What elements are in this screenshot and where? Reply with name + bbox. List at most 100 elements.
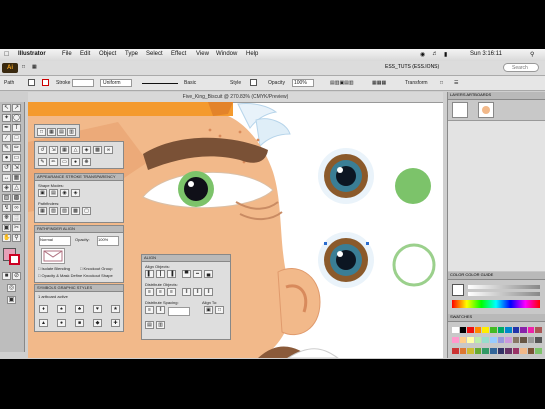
align-extra-icon[interactable]: ▥ — [156, 321, 165, 329]
distribute-icon[interactable]: ≡ — [167, 288, 176, 296]
eraser-icon[interactable]: ▭ — [12, 154, 21, 162]
gradient-tool-icon[interactable]: ▩ — [12, 194, 21, 202]
swatch[interactable] — [527, 347, 535, 354]
align-top-icon[interactable]: ▀ — [182, 270, 191, 278]
menu-app[interactable]: Illustrator — [18, 51, 46, 57]
swatch-grid[interactable] — [452, 327, 542, 357]
swatch[interactable] — [474, 347, 482, 354]
isolate-icon[interactable]: □ — [440, 80, 443, 86]
help-search-input[interactable]: Search — [503, 63, 539, 72]
stroke-swatch[interactable] — [42, 79, 49, 86]
color-slider[interactable] — [468, 292, 540, 296]
panel-tool-icon[interactable]: ▤ — [57, 128, 66, 136]
isolate-blending-checkbox[interactable]: □ Isolate Blending — [38, 266, 70, 271]
volume-icon[interactable]: ♬ — [432, 51, 438, 57]
distribute-icon[interactable]: ‖ — [193, 288, 202, 296]
mesh-tool-icon[interactable]: ▧ — [2, 194, 11, 202]
none-mode-icon[interactable]: ⊘ — [12, 272, 21, 280]
crop-icon[interactable]: ▩ — [71, 207, 80, 215]
selection-anchor[interactable] — [324, 242, 327, 245]
align-middle-icon[interactable]: ━ — [193, 270, 202, 278]
symbols-panel-tabs[interactable]: SYMBOLS GRAPHIC STYLES — [35, 285, 123, 292]
slice-tool-icon[interactable]: ✂ — [12, 224, 21, 232]
swatch[interactable] — [535, 337, 542, 344]
color-slider[interactable] — [468, 285, 540, 289]
swatch[interactable] — [535, 347, 542, 354]
line-tool-icon[interactable]: ∕ — [2, 134, 11, 142]
swatch[interactable] — [535, 327, 542, 333]
bridge-icon[interactable]: □ — [22, 64, 25, 70]
align-left-icon[interactable]: ▌ — [145, 270, 154, 278]
selection-tool-icon[interactable]: ↖ — [2, 104, 11, 112]
swatch[interactable] — [482, 337, 489, 344]
swatch[interactable] — [489, 347, 497, 354]
swatch[interactable] — [497, 347, 505, 354]
battery-icon[interactable]: ▮ — [444, 51, 447, 58]
divide-icon[interactable]: ▦ — [38, 207, 47, 215]
color-spectrum[interactable] — [452, 300, 540, 308]
panel-tool-icon[interactable]: ⇲ — [49, 146, 58, 154]
knockout-group-checkbox[interactable]: □ Knockout Group — [80, 266, 112, 271]
symbol-icon[interactable]: ★ — [111, 305, 120, 313]
rotate-tool-icon[interactable]: ↺ — [2, 164, 11, 172]
pencil-icon[interactable]: ✏ — [12, 144, 21, 152]
width-tool-icon[interactable]: ↔ — [2, 174, 11, 182]
symbol-icon[interactable]: ♣ — [75, 305, 84, 313]
scale-tool-icon[interactable]: ⇲ — [12, 164, 21, 172]
panel-tool-icon[interactable]: ▭ — [60, 158, 69, 166]
swatches-panel-tab[interactable]: SWATCHES — [448, 314, 545, 322]
opacity-mask-checkbox[interactable]: □ Opacity & Mask Define Knockout Shape — [38, 273, 113, 278]
align-center-icon[interactable]: ┃ — [156, 270, 165, 278]
transform-link[interactable]: Transform — [405, 80, 428, 86]
symbol-icon[interactable]: ♠ — [57, 305, 66, 313]
minus-front-icon[interactable]: ▤ — [49, 189, 58, 197]
pen-tool-icon[interactable]: ✒ — [2, 124, 11, 132]
blob-brush-icon[interactable]: ● — [2, 154, 11, 162]
stroke-weight-input[interactable] — [72, 79, 94, 87]
swatch[interactable] — [512, 347, 520, 354]
layers-list[interactable] — [448, 120, 545, 271]
swatch[interactable] — [467, 347, 474, 354]
menu-effect[interactable]: Effect — [171, 51, 186, 57]
magic-wand-icon[interactable]: ✦ — [2, 114, 11, 122]
swatch[interactable] — [497, 337, 505, 344]
color-mode-icon[interactable]: ■ — [2, 272, 11, 280]
distribute-icons[interactable]: ▦▦▦ — [372, 80, 386, 86]
align-to-artboard-icon[interactable]: □ — [215, 306, 224, 314]
paintbrush-icon[interactable]: ✎ — [2, 144, 11, 152]
hand-tool-icon[interactable]: ✋ — [2, 234, 11, 242]
distribute-icon[interactable]: ‖ — [204, 288, 213, 296]
swatch[interactable] — [512, 327, 520, 333]
shape-builder-icon[interactable]: ◈ — [2, 184, 11, 192]
eyedropper-icon[interactable]: ↯ — [2, 204, 11, 212]
align-panel-title[interactable]: ALIGN — [142, 255, 230, 262]
swatch[interactable] — [489, 337, 497, 344]
opacity-label[interactable]: Opacity — [268, 80, 285, 86]
perspective-grid-icon[interactable]: △ — [12, 184, 21, 192]
align-right-icon[interactable]: ▐ — [167, 270, 176, 278]
trim-icon[interactable]: ▧ — [49, 207, 58, 215]
panel-tool-icon[interactable]: △ — [71, 146, 80, 154]
merge-icon[interactable]: ▨ — [60, 207, 69, 215]
control-menu-icon[interactable]: ☰ — [454, 80, 458, 86]
brush-stroke-preview[interactable] — [142, 83, 178, 84]
swatch[interactable] — [497, 327, 505, 333]
rectangle-tool-icon[interactable]: □ — [12, 134, 21, 142]
intersect-icon[interactable]: ◉ — [60, 189, 69, 197]
screen-mode-icon[interactable]: ▣ — [7, 296, 16, 304]
arrange-icon[interactable]: ▦ — [32, 64, 37, 70]
symbol-icon[interactable]: ✚ — [111, 319, 120, 327]
distribute-icon[interactable]: ‖ — [182, 288, 191, 296]
apple-icon[interactable]:  — [4, 51, 9, 58]
draw-mode-icon[interactable]: ◎ — [7, 284, 16, 292]
panel-tool-icon[interactable]: ✏ — [49, 158, 58, 166]
panel-tool-icon[interactable]: ◈ — [82, 146, 91, 154]
symbol-icon[interactable]: ◆ — [93, 319, 102, 327]
swatch[interactable] — [452, 337, 459, 344]
swatch[interactable] — [467, 327, 474, 333]
swatch[interactable] — [512, 337, 520, 344]
symbol-icon[interactable]: ● — [57, 319, 66, 327]
menu-window[interactable]: Window — [216, 51, 237, 57]
symbol-icon[interactable]: ♥ — [93, 305, 102, 313]
outline-icon[interactable]: ▢ — [82, 207, 91, 215]
